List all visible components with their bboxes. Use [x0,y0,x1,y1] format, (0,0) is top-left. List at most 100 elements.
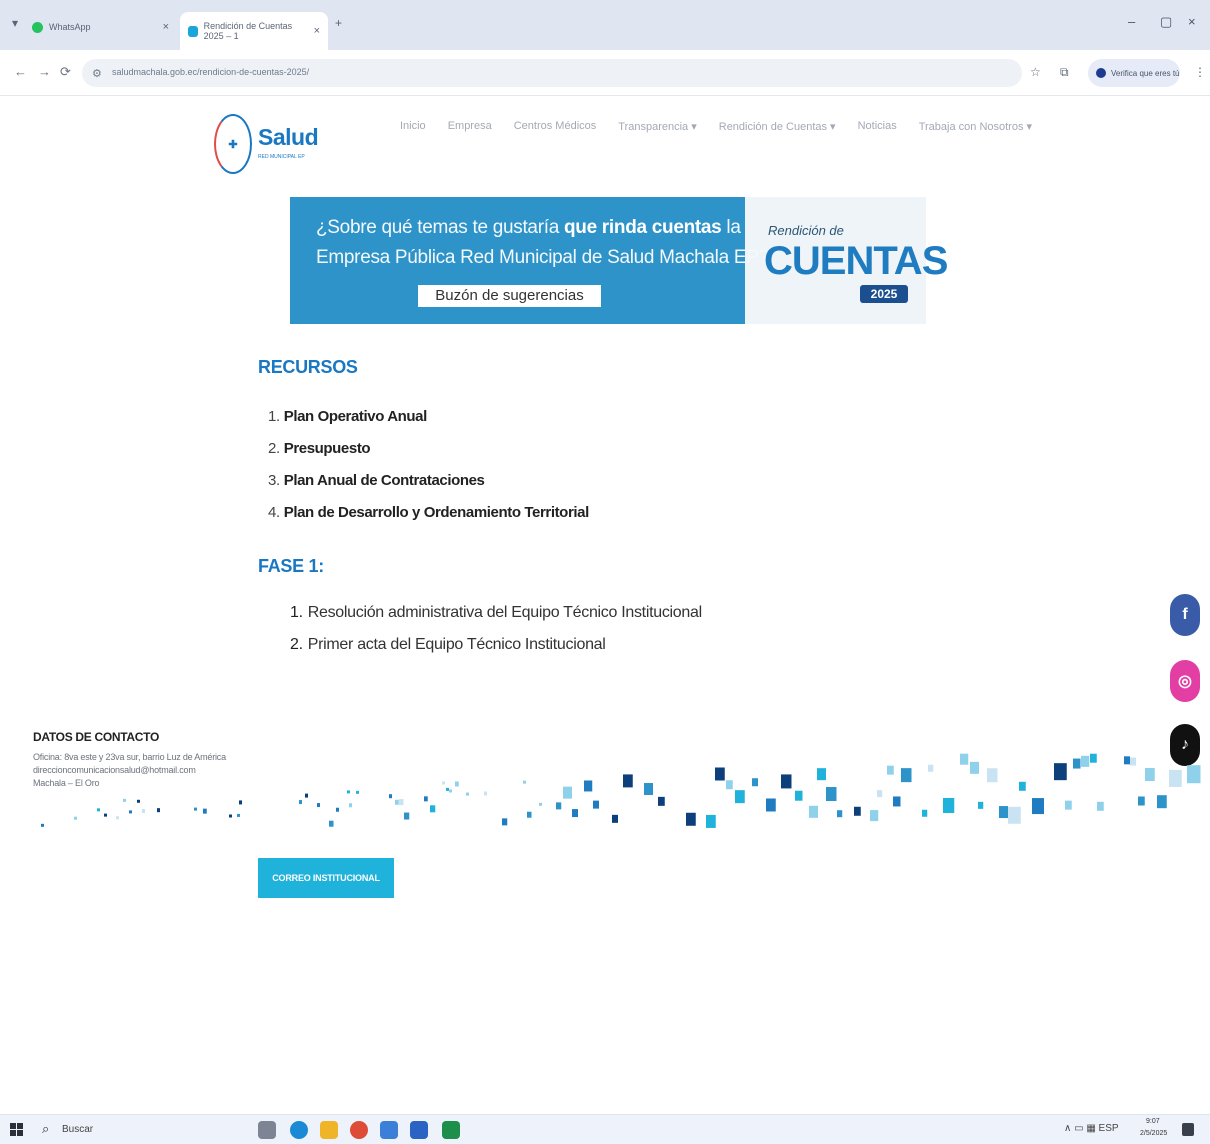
clock-date[interactable]: 2/5/2025 [1140,1130,1167,1137]
pixel-square [817,768,826,781]
tab-label: Rendición de Cuentas 2025 – 1 [203,21,293,41]
bookmark-star-icon[interactable]: ☆ [1030,65,1041,79]
instagram-icon[interactable]: ◎ [1170,660,1200,702]
recursos-heading: RECURSOS [258,357,358,377]
pixel-square [237,813,240,817]
pixel-square [987,768,998,783]
url-input[interactable]: ⚙ saludmachala.gob.ec/rendicion-de-cuent… [82,59,1022,87]
list-item[interactable]: 2. Primer acta del Equipo Técnico Institu… [290,636,702,668]
nav-centros-medicos[interactable]: Centros Médicos [514,120,597,133]
site-info-icon[interactable]: ⚙ [92,67,102,80]
pixel-square [142,809,145,814]
pixel-square [229,814,232,818]
pixel-square [430,805,436,813]
list-item[interactable]: 1. Resolución administrativa del Equipo T… [290,604,702,636]
edge-icon[interactable] [290,1121,308,1139]
contact-address: Oficina: 8va este y 23va sur, barrio Luz… [33,752,226,762]
new-tab-button[interactable]: + [335,16,342,30]
tab-whatsapp[interactable]: WhatsApp × [32,10,177,44]
list-item[interactable]: 3. Plan Anual de Contrataciones [268,472,589,504]
pixel-square [1097,801,1104,811]
banner-rendicion-label: Rendición de [768,223,844,238]
reload-icon[interactable]: ⟳ [60,64,71,80]
taskbar-search-input[interactable]: Buscar [62,1124,93,1135]
tab-label: WhatsApp [49,22,91,32]
nav-trabaja-con-nosotros[interactable]: Trabaja con Nosotros ▾ [919,120,1032,133]
maximize-button[interactable]: ▢ [1160,14,1172,30]
buzon-sugerencias-button[interactable]: Buzón de sugerencias [418,285,601,307]
pixel-square [735,790,745,804]
pixel-square [1032,798,1044,815]
facebook-icon[interactable]: f [1170,594,1200,636]
site-logo[interactable]: ✚ Salud RED MUNICIPAL EP [214,114,324,174]
pixel-square [556,802,562,810]
pixel-square [349,803,352,808]
pixel-square [446,787,449,791]
pixel-square [970,761,979,774]
contact-heading: DATOS DE CONTACTO [33,730,160,744]
pixel-square [943,797,955,813]
tab-search-icon[interactable]: ▾ [12,16,18,30]
pixel-square [623,774,633,788]
fase-link[interactable]: Resolución administrativa del Equipo Téc… [308,604,702,621]
pixel-square [317,803,320,808]
recurso-link[interactable]: Plan de Desarrollo y Ordenamiento Territ… [284,504,590,521]
recurso-link[interactable]: Presupuesto [284,440,371,457]
list-item[interactable]: 4. Plan de Desarrollo y Ordenamiento Terr… [268,504,589,536]
pixel-square [194,807,197,811]
recurso-link[interactable]: Plan Anual de Contrataciones [284,472,485,489]
fase-heading: FASE 1: [258,556,324,576]
windows-start-icon[interactable] [10,1123,24,1137]
pixel-square [726,780,733,790]
browser-tab-bar: ▾ WhatsApp × Rendición de Cuentas 2025 –… [0,0,1210,50]
logo-subtitle: RED MUNICIPAL EP [258,154,305,160]
pixel-square [960,753,969,765]
clock-time[interactable]: 9:07 [1146,1118,1160,1125]
notifications-icon[interactable] [1182,1123,1194,1136]
close-tab-icon[interactable]: × [314,25,320,37]
banner-question-panel: ¿Sobre qué temas te gustaría que rinda c… [290,197,769,324]
taskbar-search-icon[interactable]: ⌕ [42,1121,49,1137]
pixel-square [809,805,818,818]
recurso-link[interactable]: Plan Operativo Anual [284,408,428,425]
url-text: saludmachala.gob.ec/rendicion-de-cuentas… [112,67,310,77]
profile-chip[interactable]: Verifica que eres tú [1088,59,1180,87]
pixel-square [104,813,107,817]
pixel-square [612,814,618,823]
back-icon[interactable]: ← [14,64,27,79]
list-item[interactable]: 1. Plan Operativo Anual [268,408,589,440]
correo-institucional-button[interactable]: CORREO INSTITUCIONAL [258,858,394,898]
close-window-button[interactable]: × [1188,14,1196,29]
pixel-square [1073,758,1081,769]
nav-empresa[interactable]: Empresa [448,120,492,133]
fase-link[interactable]: Primer acta del Equipo Técnico Instituci… [308,636,606,653]
browser-menu-icon[interactable]: ⋮ [1194,65,1206,79]
logo-emblem-icon: ✚ [214,114,252,174]
pixel-square [1124,756,1130,765]
tab-rendicion-cuentas[interactable]: Rendición de Cuentas 2025 – 1 × [180,12,328,50]
pixel-square [1130,757,1136,766]
nav-noticias[interactable]: Noticias [858,120,897,133]
pixel-square [347,790,350,794]
file-explorer-icon[interactable] [320,1121,338,1139]
nav-transparencia[interactable]: Transparencia ▾ [618,120,696,133]
word-icon[interactable] [410,1121,428,1139]
excel-icon[interactable] [442,1121,460,1139]
whatsapp-icon [32,21,43,33]
contact-email[interactable]: direccioncomunicacionsalud@hotmail.com [33,765,196,775]
list-item[interactable]: 2. Presupuesto [268,440,589,472]
nav-rendicion-cuentas[interactable]: Rendición de Cuentas ▾ [719,120,836,133]
close-tab-icon[interactable]: × [163,21,169,33]
task-view-icon[interactable] [258,1121,276,1139]
chrome-icon[interactable] [350,1121,368,1139]
system-tray[interactable]: ∧ ▭ ▦ ESP [1064,1123,1119,1134]
store-icon[interactable] [380,1121,398,1139]
pixel-square [299,800,302,805]
pixel-square [1138,796,1145,806]
address-bar-row: ← → ⟳ ⚙ saludmachala.gob.ec/rendicion-de… [0,50,1210,96]
nav-inicio[interactable]: Inicio [400,120,426,133]
minimize-button[interactable]: – [1128,14,1135,29]
forward-icon[interactable]: → [38,64,51,79]
extensions-icon[interactable]: ⧉ [1060,65,1069,80]
rendicion-banner[interactable]: ¿Sobre qué temas te gustaría que rinda c… [290,197,948,324]
